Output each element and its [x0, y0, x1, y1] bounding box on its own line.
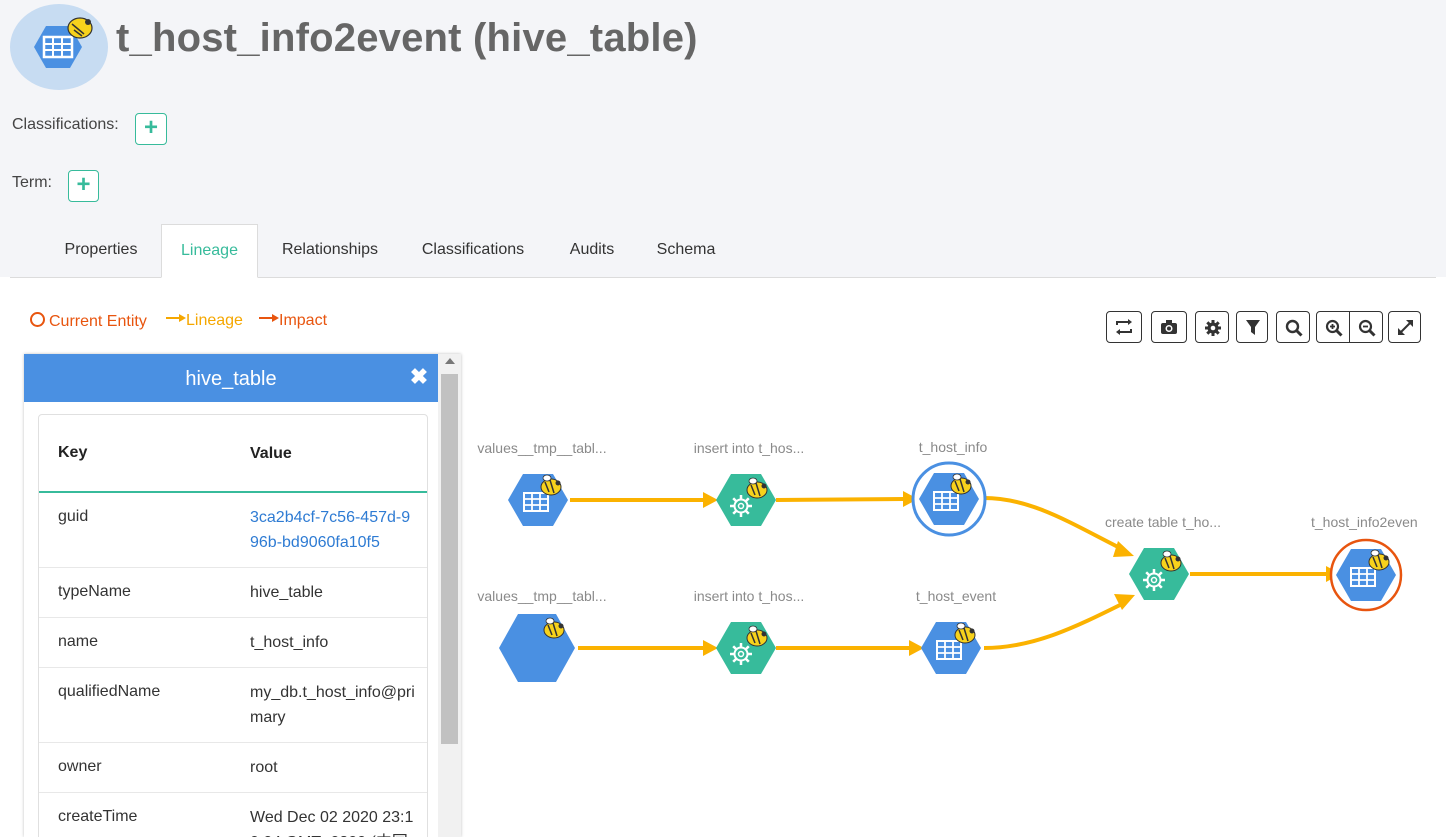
graph-node-process[interactable]: create table t_ho...: [1105, 514, 1221, 600]
graph-node-process[interactable]: insert into t_hos...: [694, 440, 805, 526]
add-classification-button[interactable]: +: [135, 113, 167, 145]
svg-text:values__tmp__tabl...: values__tmp__tabl...: [477, 588, 606, 604]
svg-text:t_host_event: t_host_event: [916, 588, 996, 604]
search-icon: [1285, 319, 1303, 337]
graph-node-table[interactable]: t_host_event: [916, 588, 996, 674]
tab-schema[interactable]: Schema: [642, 224, 730, 277]
table-row: owner root: [39, 743, 427, 793]
tab-classifications[interactable]: Classifications: [406, 224, 540, 277]
classifications-label: Classifications:: [12, 116, 119, 133]
zoom-out-icon: [1358, 319, 1376, 337]
hive-table-icon: [10, 4, 108, 90]
value-header: Value: [250, 445, 292, 462]
camera-icon: [1161, 320, 1177, 334]
tab-relationships[interactable]: Relationships: [265, 224, 395, 277]
legend-current-entity: Current Entity: [30, 312, 147, 331]
entity-tabs: Properties Lineage Relationships Classif…: [10, 224, 1436, 278]
table-row: typeName hive_table: [39, 568, 427, 618]
close-icon[interactable]: ✖: [407, 365, 431, 389]
graph-node-table-current[interactable]: t_host_info2even: [1311, 514, 1418, 612]
tab-properties[interactable]: Properties: [48, 224, 154, 277]
refresh-button[interactable]: [1106, 311, 1142, 343]
svg-text:t_host_info2even: t_host_info2even: [1311, 514, 1418, 530]
table-row: qualifiedName my_db.t_host_info@primary: [39, 668, 427, 743]
impact-arrow-icon: [259, 314, 279, 322]
zoom-out-button[interactable]: [1349, 311, 1383, 343]
scrollbar-thumb[interactable]: [441, 374, 458, 744]
graph-node-table[interactable]: values__tmp__tabl...: [477, 588, 607, 722]
attributes-table: Key Value guid 3ca2b4cf-7c56-457d-996b-b…: [38, 414, 428, 837]
table-row: createTime Wed Dec 02 2020 23:10:04 GMT+…: [58, 808, 414, 837]
settings-button[interactable]: [1195, 311, 1229, 343]
page-title: t_host_info2event (hive_table): [116, 16, 698, 60]
table-row: guid 3ca2b4cf-7c56-457d-996b-bd9060fa10f…: [39, 493, 427, 568]
zoom-in-button[interactable]: [1316, 311, 1350, 343]
svg-text:insert into t_hos...: insert into t_hos...: [694, 440, 805, 456]
lineage-arrow-icon: [166, 314, 186, 322]
key-header: Key: [58, 444, 88, 461]
current-entity-circle-icon: [30, 312, 45, 327]
term-label: Term:: [12, 174, 52, 191]
svg-text:create table t_ho...: create table t_ho...: [1105, 514, 1221, 530]
refresh-icon: [1116, 319, 1132, 335]
legend-impact: Impact: [259, 312, 327, 330]
legend-lineage: Lineage: [166, 312, 243, 330]
tab-audits[interactable]: Audits: [556, 224, 628, 277]
table-row: name t_host_info: [39, 618, 427, 668]
filter-icon: [1246, 320, 1260, 335]
add-term-button[interactable]: +: [68, 170, 99, 202]
svg-text:insert into t_hos...: insert into t_hos...: [694, 588, 805, 604]
lineage-graph[interactable]: values__tmp__tabl... insert into t_hos..…: [462, 354, 1446, 837]
zoom-in-icon: [1325, 319, 1343, 337]
graph-node-table[interactable]: values__tmp__tabl...: [477, 440, 607, 526]
fullscreen-button[interactable]: [1388, 311, 1421, 343]
tab-lineage[interactable]: Lineage: [161, 224, 258, 278]
entity-detail-panel: hive_table ✖ Key Value guid 3ca2b4cf-7c5…: [24, 354, 461, 837]
svg-text:t_host_info: t_host_info: [919, 439, 988, 455]
search-button[interactable]: [1276, 311, 1310, 343]
guid-link[interactable]: 3ca2b4cf-7c56-457d-996b-bd9060fa10f5: [250, 505, 415, 555]
settings-icon: [1205, 320, 1221, 336]
table-header: Key Value: [39, 415, 427, 493]
scroll-up-icon[interactable]: [445, 358, 455, 364]
graph-node-process[interactable]: insert into t_hos...: [694, 588, 805, 674]
svg-text:values__tmp__tabl...: values__tmp__tabl...: [477, 440, 606, 456]
screenshot-button[interactable]: [1151, 311, 1187, 343]
panel-title: hive_table: [24, 354, 438, 402]
graph-node-table-selected[interactable]: t_host_info: [911, 439, 988, 537]
fullscreen-icon: [1398, 320, 1413, 335]
filter-button[interactable]: [1236, 311, 1268, 343]
